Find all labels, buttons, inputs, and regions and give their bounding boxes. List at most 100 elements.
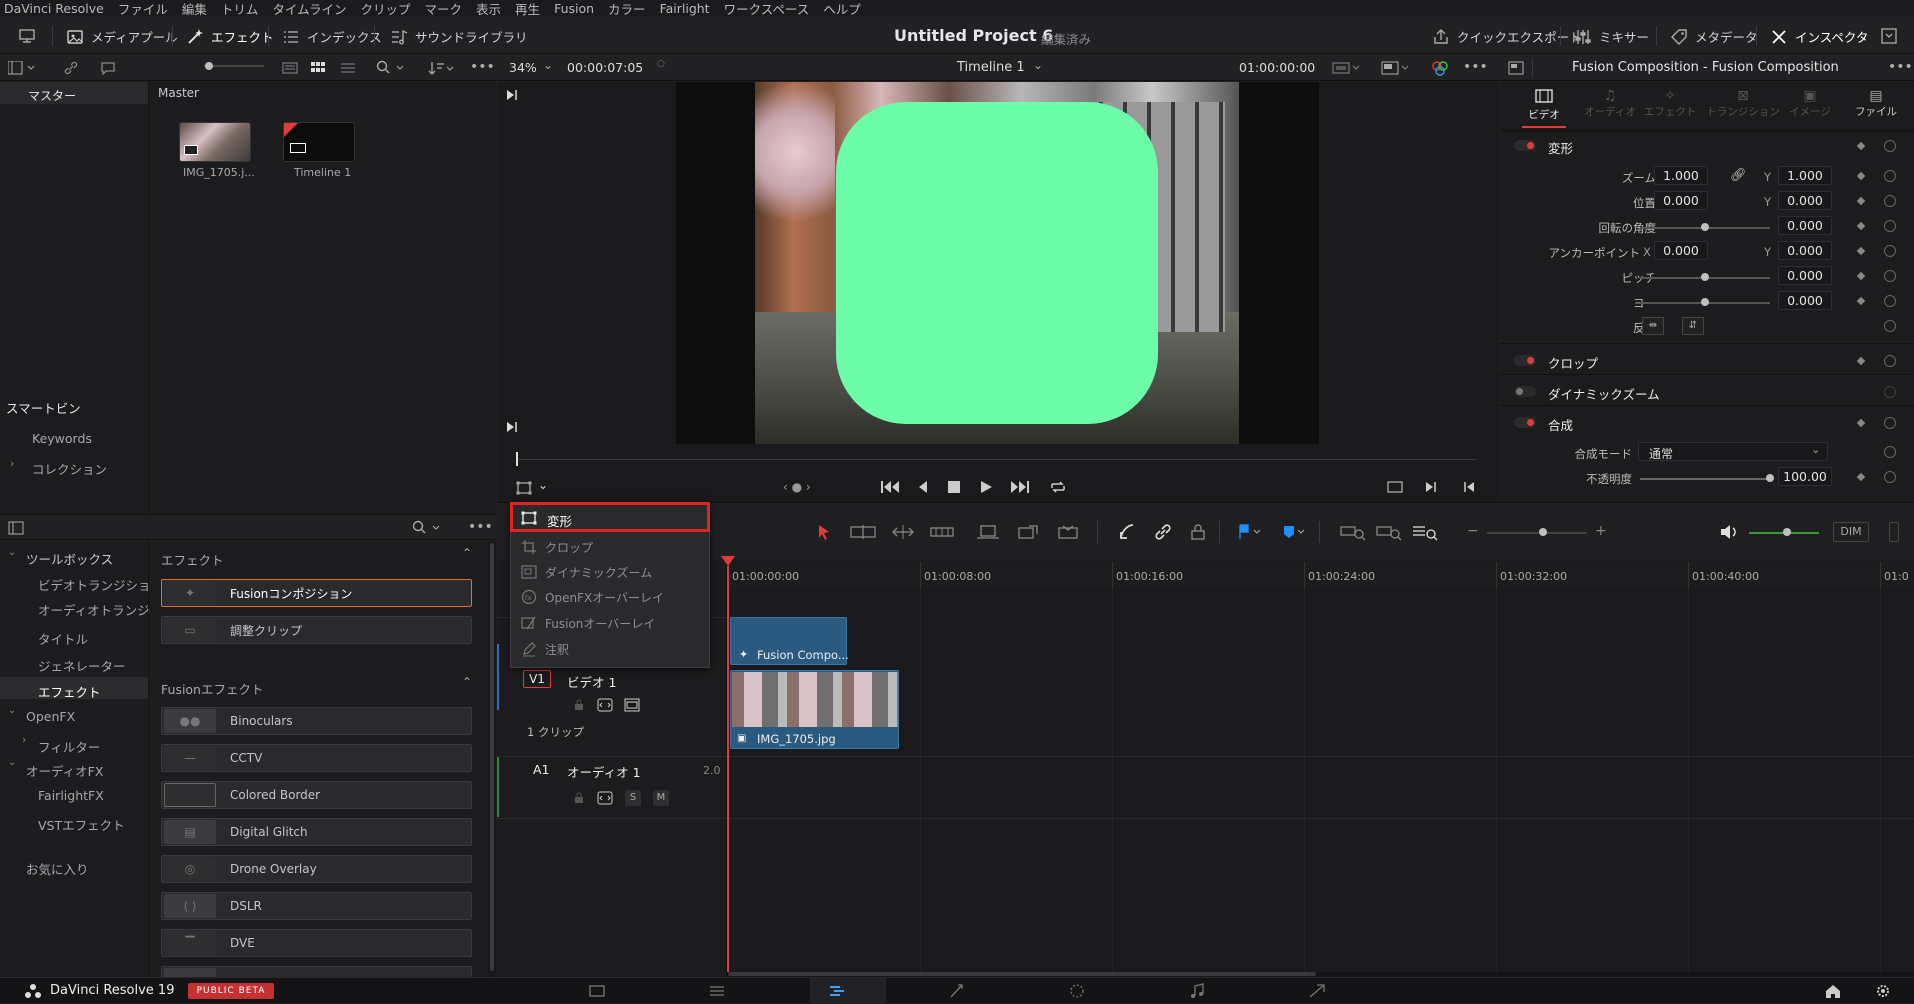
collapse-up-icon-2[interactable]: ⌃: [462, 675, 472, 689]
effect-dslr[interactable]: ⟨ ⟩ DSLR: [161, 892, 472, 920]
full-extent-zoom-icon[interactable]: [1339, 523, 1367, 541]
openfx-node[interactable]: OpenFX: [26, 709, 75, 724]
track-output-icon[interactable]: [624, 698, 640, 712]
menu-app[interactable]: DaVinci Resolve: [4, 1, 104, 16]
cut-page-icon[interactable]: [708, 983, 726, 999]
reset-icon[interactable]: [1884, 417, 1896, 429]
timeline-chevron-icon[interactable]: ⌄: [1033, 58, 1043, 72]
sort-icon[interactable]: [428, 61, 454, 75]
a1-track-name[interactable]: オーディオ 1: [567, 762, 641, 781]
opacity-slider[interactable]: [1640, 478, 1772, 480]
fairlight-page-icon[interactable]: [1188, 983, 1206, 999]
menu-help[interactable]: ヘルプ: [823, 0, 861, 18]
rotation-field[interactable]: 0.000: [1778, 216, 1832, 235]
timeline-ruler[interactable]: 01:00:00:00 01:00:08:00 01:00:16:00 01:0…: [728, 562, 1914, 588]
sound-library-button[interactable]: サウンドライブラリ: [390, 27, 528, 46]
settings-gear-icon[interactable]: [1874, 983, 1892, 999]
effect-dve[interactable]: ▔ DVE: [161, 929, 472, 957]
effect-fusion-composition[interactable]: ✦ Fusionコンポジション: [161, 579, 472, 607]
crop-enable-toggle[interactable]: [1514, 355, 1536, 366]
keyframe-icon[interactable]: [1856, 246, 1866, 256]
media-page-icon[interactable]: [588, 983, 606, 999]
edit-page-icon[interactable]: [828, 983, 846, 999]
color-bypass-icon[interactable]: [1431, 60, 1449, 76]
flag-icon[interactable]: [1237, 523, 1265, 541]
video-transitions-node[interactable]: ビデオトランジション: [38, 575, 163, 594]
v1-track-label[interactable]: V1: [523, 670, 551, 688]
prev-edit-icon[interactable]: [1462, 480, 1476, 494]
reset-icon[interactable]: [1884, 471, 1896, 483]
menu-view[interactable]: 表示: [476, 0, 501, 18]
playhead-line[interactable]: [727, 566, 729, 972]
audio-auto-select-icon[interactable]: [597, 791, 613, 805]
position-y-field[interactable]: 0.000: [1778, 191, 1832, 210]
openfx-overlay-menu-item[interactable]: fx OpenFXオーバーレイ: [521, 587, 664, 607]
tab-transition[interactable]: ⊠ トランジション: [1706, 88, 1780, 128]
menu-color[interactable]: カラー: [608, 0, 646, 18]
fusion-page-icon[interactable]: [948, 983, 966, 999]
dynamic-trim-icon[interactable]: [889, 523, 917, 541]
chevron-down-icon[interactable]: ⌄: [543, 58, 553, 72]
effect-cctv[interactable]: — CCTV: [161, 744, 472, 772]
go-to-start-icon[interactable]: [880, 479, 902, 495]
flip-vertical-icon[interactable]: ⇵: [1682, 317, 1704, 335]
audio-lock-icon[interactable]: [573, 792, 585, 804]
menu-workspace[interactable]: ワークスペース: [724, 0, 810, 18]
mute-button[interactable]: M: [653, 790, 669, 806]
volume-icon[interactable]: [1719, 524, 1739, 540]
reset-icon[interactable]: [1884, 140, 1896, 152]
timeline-name[interactable]: Timeline 1: [957, 60, 1025, 75]
keyframe-icon[interactable]: [1856, 418, 1866, 428]
menu-mark[interactable]: マーク: [425, 0, 463, 18]
track-lock-icon[interactable]: [573, 699, 585, 711]
a1-track-label[interactable]: A1: [533, 762, 550, 777]
timeline-zoom-slider[interactable]: [1487, 532, 1587, 534]
effects-more-icon[interactable]: •••: [468, 519, 493, 535]
keyframe-icon[interactable]: [1856, 296, 1866, 306]
selection-tool-icon[interactable]: [817, 523, 831, 541]
dynamic-zoom-toggle[interactable]: [1514, 386, 1536, 397]
rotation-knob[interactable]: [1701, 223, 1709, 231]
play-icon[interactable]: [978, 479, 994, 495]
zoom-in-icon[interactable]: +: [1595, 523, 1607, 539]
list-view-icon[interactable]: [340, 61, 356, 75]
pitch-knob[interactable]: [1701, 273, 1709, 281]
effects-sidebar-icon[interactable]: [8, 521, 24, 535]
match-frame-icon[interactable]: [1386, 480, 1404, 494]
position-x-field[interactable]: 0.000: [1654, 191, 1708, 210]
position-lock-icon[interactable]: [1189, 523, 1207, 541]
tab-effects[interactable]: ✧ エフェクト: [1640, 88, 1700, 128]
overwrite-clip-icon[interactable]: [1015, 523, 1041, 541]
menu-edit[interactable]: 編集: [182, 0, 207, 18]
keyframe-icon[interactable]: [1856, 472, 1866, 482]
effects-scrollbar[interactable]: [488, 541, 496, 977]
clip-thumbnail-image[interactable]: [179, 122, 251, 162]
zoom-x-field[interactable]: 1.000: [1654, 166, 1708, 185]
custom-zoom-icon[interactable]: [1411, 523, 1439, 541]
annotation-menu-item[interactable]: 注釈: [521, 639, 569, 659]
yaw-field[interactable]: 0.000: [1778, 291, 1832, 310]
generators-node[interactable]: ジェネレーター: [38, 656, 126, 675]
keyframe-icon[interactable]: [1856, 196, 1866, 206]
tab-image[interactable]: ▣ イメージ: [1780, 88, 1840, 128]
effect-colored-border[interactable]: Colored Border: [161, 781, 472, 809]
flip-horizontal-icon[interactable]: ⇹: [1642, 317, 1664, 335]
toolbox-node[interactable]: ツールボックス: [26, 549, 113, 568]
anchor-y-field[interactable]: 0.000: [1778, 241, 1832, 260]
reset-icon[interactable]: [1884, 270, 1896, 282]
index-button[interactable]: インデックス: [282, 27, 382, 46]
media-pool-button[interactable]: メディアプール: [66, 27, 178, 46]
keyframe-icon[interactable]: [1856, 171, 1866, 181]
linked-selection-icon[interactable]: [1153, 523, 1173, 541]
reset-icon[interactable]: [1884, 320, 1896, 332]
expand-panel-icon[interactable]: [1880, 27, 1898, 45]
collections-bin[interactable]: コレクション: [32, 459, 107, 478]
composite-mode-select[interactable]: 通常 ⌄: [1638, 442, 1828, 461]
fairlightfx-node[interactable]: FairlightFX: [38, 788, 104, 803]
go-to-end-icon[interactable]: [1008, 479, 1030, 495]
openfx-collapse-icon[interactable]: ⌄: [8, 705, 16, 716]
viewer-size-icon[interactable]: [1332, 61, 1362, 75]
zoom-out-icon[interactable]: −: [1467, 523, 1479, 539]
composite-enable-toggle[interactable]: [1514, 417, 1536, 428]
loop-icon[interactable]: [1048, 478, 1068, 496]
